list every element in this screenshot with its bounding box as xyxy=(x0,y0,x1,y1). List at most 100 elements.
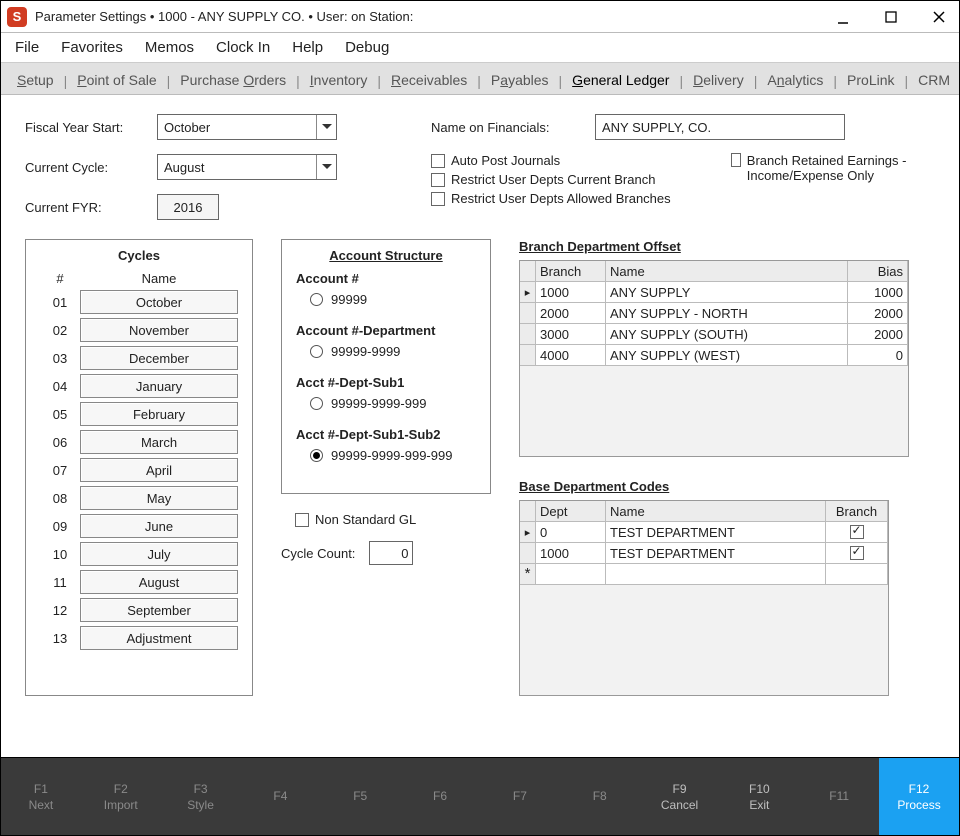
maximize-button[interactable] xyxy=(877,3,905,31)
cycle-row: 04January xyxy=(40,374,238,398)
tab-payables[interactable]: Payables xyxy=(489,68,551,94)
check-non-standard-gl[interactable]: Non Standard GL xyxy=(295,512,491,527)
label-fiscal-year-start: Fiscal Year Start: xyxy=(25,120,157,135)
col-bias[interactable]: Bias xyxy=(848,261,908,282)
chevron-down-icon[interactable] xyxy=(316,115,336,139)
table-row[interactable]: 4000ANY SUPPLY (WEST)0 xyxy=(520,345,908,366)
tab-purchase-orders[interactable]: Purchase Orders xyxy=(178,68,288,94)
minimize-button[interactable] xyxy=(829,3,857,31)
table-row[interactable]: 1000TEST DEPARTMENT xyxy=(520,543,888,564)
menu-clock-in[interactable]: Clock In xyxy=(216,39,270,56)
table-row[interactable]: 0TEST DEPARTMENT xyxy=(520,522,888,543)
cycle-button[interactable]: December xyxy=(80,346,238,370)
checkbox-icon[interactable] xyxy=(295,513,309,527)
table-row[interactable]: 3000ANY SUPPLY (SOUTH)2000 xyxy=(520,324,908,345)
cycle-number: 06 xyxy=(40,435,80,450)
menu-favorites[interactable]: Favorites xyxy=(61,39,123,56)
table-new-row[interactable] xyxy=(520,564,888,585)
field-name-financials[interactable]: ANY SUPPLY, CO. xyxy=(595,114,845,140)
cycle-number: 08 xyxy=(40,491,80,506)
combo-current-cycle[interactable]: August xyxy=(157,154,337,180)
menu-debug[interactable]: Debug xyxy=(345,39,389,56)
fkey-f10[interactable]: F10Exit xyxy=(719,758,799,835)
acct-radio-option[interactable]: 99999 xyxy=(310,292,476,307)
check-auto-post[interactable]: Auto Post Journals xyxy=(431,153,701,168)
fkey-bar: F1NextF2ImportF3StyleF4F5F6F7F8F9CancelF… xyxy=(1,757,959,835)
table-row[interactable]: 1000ANY SUPPLY1000 xyxy=(520,282,908,303)
check-restrict-current[interactable]: Restrict User Depts Current Branch xyxy=(431,172,701,187)
cycle-number: 05 xyxy=(40,407,80,422)
radio-icon[interactable] xyxy=(310,345,323,358)
cycle-button[interactable]: September xyxy=(80,598,238,622)
acct-radio-option[interactable]: 99999-9999 xyxy=(310,344,476,359)
col-name[interactable]: Name xyxy=(606,261,848,282)
checkbox-icon[interactable] xyxy=(731,153,741,167)
label-cycle-count: Cycle Count: xyxy=(281,546,355,561)
acct-pattern: 99999-9999-999 xyxy=(331,396,426,411)
cycle-button[interactable]: October xyxy=(80,290,238,314)
acct-group-label: Acct #-Dept-Sub1-Sub2 xyxy=(296,427,476,442)
label-current-cycle: Current Cycle: xyxy=(25,160,157,175)
close-button[interactable] xyxy=(925,3,953,31)
row-selector-icon[interactable] xyxy=(520,543,536,564)
cycle-button[interactable]: June xyxy=(80,514,238,538)
fkey-f9[interactable]: F9Cancel xyxy=(640,758,720,835)
cycle-button[interactable]: November xyxy=(80,318,238,342)
tab-setup[interactable]: Setup xyxy=(15,68,56,94)
fkey-f12[interactable]: F12Process xyxy=(879,758,959,835)
table-row[interactable]: 2000ANY SUPPLY - NORTH2000 xyxy=(520,303,908,324)
row-selector-icon[interactable] xyxy=(520,522,536,543)
combo-fiscal-year-start[interactable]: October xyxy=(157,114,337,140)
checkbox-icon[interactable] xyxy=(850,525,864,539)
cycle-button[interactable]: February xyxy=(80,402,238,426)
chevron-down-icon[interactable] xyxy=(316,155,336,179)
new-row-icon[interactable] xyxy=(520,564,536,585)
checkbox-icon[interactable] xyxy=(431,173,445,187)
tab-receivables[interactable]: Receivables xyxy=(389,68,469,94)
tab-point-of-sale[interactable]: Point of Sale xyxy=(75,68,158,94)
tab-inventory[interactable]: Inventory xyxy=(308,68,370,94)
menu-help[interactable]: Help xyxy=(292,39,323,56)
radio-icon[interactable] xyxy=(310,449,323,462)
cycle-button[interactable]: August xyxy=(80,570,238,594)
cycle-number: 02 xyxy=(40,323,80,338)
cycle-number: 13 xyxy=(40,631,80,646)
menu-memos[interactable]: Memos xyxy=(145,39,194,56)
checkbox-icon[interactable] xyxy=(431,192,445,206)
cycle-button[interactable]: March xyxy=(80,430,238,454)
row-selector-icon[interactable] xyxy=(520,324,536,345)
grid-branch-offset[interactable]: Branch Name Bias 1000ANY SUPPLY10002000A… xyxy=(519,260,909,457)
col-branch[interactable]: Branch xyxy=(536,261,606,282)
radio-icon[interactable] xyxy=(310,397,323,410)
check-branch-retained[interactable]: Branch Retained Earnings - Income/Expens… xyxy=(731,153,935,206)
acct-radio-option[interactable]: 99999-9999-999 xyxy=(310,396,476,411)
row-selector-icon[interactable] xyxy=(520,303,536,324)
radio-icon[interactable] xyxy=(310,293,323,306)
field-cycle-count[interactable]: 0 xyxy=(369,541,413,565)
tab-analytics[interactable]: Analytics xyxy=(765,68,825,94)
acct-radio-option[interactable]: 99999-9999-999-999 xyxy=(310,448,476,463)
cycle-button[interactable]: January xyxy=(80,374,238,398)
tab-delivery[interactable]: Delivery xyxy=(691,68,746,94)
grid-base-dept[interactable]: Dept Name Branch 0TEST DEPARTMENT1000TES… xyxy=(519,500,889,696)
tab-prolink[interactable]: ProLink xyxy=(845,68,896,94)
check-restrict-allowed[interactable]: Restrict User Depts Allowed Branches xyxy=(431,191,701,206)
title-bar: S Parameter Settings • 1000 - ANY SUPPLY… xyxy=(1,1,959,33)
checkbox-icon[interactable] xyxy=(431,154,445,168)
col-dept[interactable]: Dept xyxy=(536,501,606,522)
menu-file[interactable]: File xyxy=(15,39,39,56)
col-branch[interactable]: Branch xyxy=(826,501,888,522)
cycle-button[interactable]: Adjustment xyxy=(80,626,238,650)
cycle-number: 12 xyxy=(40,603,80,618)
tab-crm[interactable]: CRM xyxy=(916,68,952,94)
col-name[interactable]: Name xyxy=(606,501,826,522)
row-selector-icon[interactable] xyxy=(520,282,536,303)
cycle-button[interactable]: July xyxy=(80,542,238,566)
label-name-financials: Name on Financials: xyxy=(431,120,595,135)
tab-general-ledger[interactable]: General Ledger xyxy=(570,68,671,94)
checkbox-icon[interactable] xyxy=(850,546,864,560)
row-selector-icon[interactable] xyxy=(520,345,536,366)
cycle-button[interactable]: April xyxy=(80,458,238,482)
cycle-button[interactable]: May xyxy=(80,486,238,510)
combo-fiscal-year-start-value: October xyxy=(164,120,210,135)
